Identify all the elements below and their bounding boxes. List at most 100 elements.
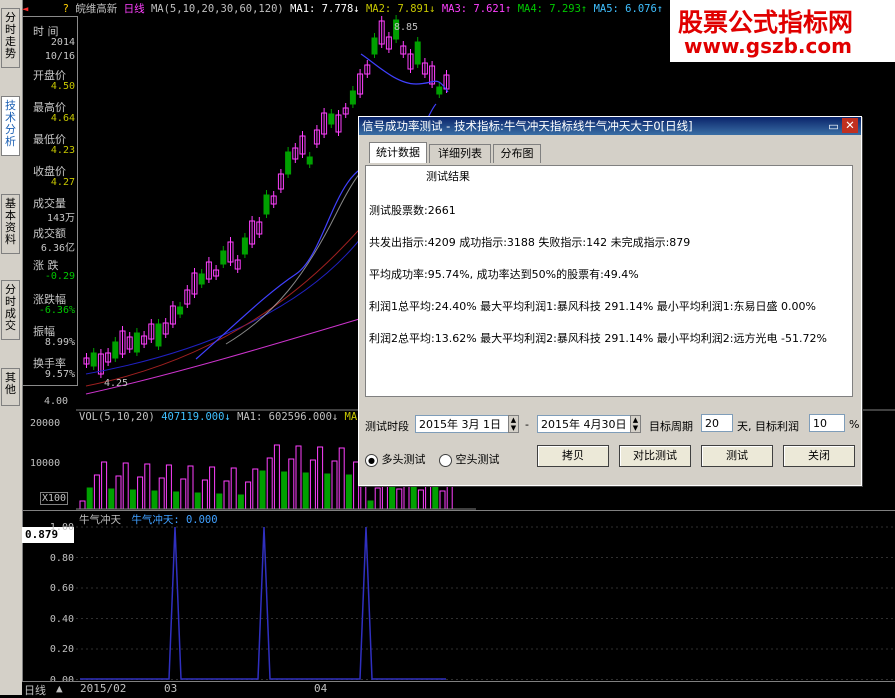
bottom-period[interactable]: 日线 (24, 682, 46, 698)
tab-trades[interactable]: 分时成交 (1, 280, 20, 340)
tab-technical[interactable]: 技术分析 (1, 96, 20, 156)
signal-test-dialog: 信号成功率测试 - 技术指标:牛气冲天指标线牛气冲天大于0[日线] ▭ ✕ 统计… (358, 116, 862, 486)
volume-bar (108, 488, 115, 510)
volume-bar (180, 478, 187, 510)
target-profit-input[interactable]: 10 (809, 414, 845, 432)
date-from-field[interactable]: 2015年 3月 1日 (415, 415, 519, 433)
tab-fundamentals[interactable]: 基本资料 (1, 194, 20, 254)
scroll-left-icon[interactable]: ▲ (56, 682, 63, 695)
volume-bar (317, 446, 324, 510)
volume-bar (165, 464, 172, 510)
volume-bar (187, 465, 194, 510)
percent-sign: % (849, 418, 860, 431)
date-to-spinner[interactable]: ▲ ▼ (630, 415, 641, 433)
date-from-spinner[interactable]: ▲ ▼ (508, 415, 519, 433)
copy-button[interactable]: 拷贝 (537, 445, 609, 467)
volume-bar (79, 500, 86, 510)
info-value: 4.64 (50, 113, 75, 124)
report-heading: 测试结果 (426, 170, 470, 183)
volume-bar (302, 472, 309, 510)
back-arrow-icon[interactable]: ◄ (22, 3, 28, 15)
info-value-secondary: 10/16 (44, 51, 75, 62)
indicator-line (80, 526, 446, 680)
volume-bar (194, 492, 201, 510)
vol-unit: X100 (40, 492, 69, 505)
vol-label: VOL(5,10,20) (79, 411, 155, 423)
volume-bar (115, 475, 122, 510)
stock-info-panel: 时 间 2014 10/16 开盘价 4.50 最高价 4.64 最低价 4.23 收盘价 4.27… (22, 16, 78, 386)
price-axis-4: 4.00 (44, 396, 69, 407)
volume-bar (331, 460, 338, 510)
info-value: -6.36% (38, 305, 75, 316)
target-period-input[interactable]: 20 (701, 414, 733, 432)
volume-bar (86, 487, 93, 510)
info-value: 4.27 (50, 177, 75, 188)
volume-bar (324, 473, 331, 510)
volume-bar (417, 489, 424, 510)
info-value: -0.29 (44, 271, 75, 282)
volume-bar (144, 463, 151, 510)
tab-distribution[interactable]: 分布图 (493, 144, 541, 163)
info-value: 8.99% (44, 337, 75, 348)
volume-bar (309, 459, 316, 510)
volume-bar (259, 470, 266, 510)
radio-long-label: 多头测试 (381, 453, 426, 466)
minimize-icon[interactable]: ▭ (828, 117, 839, 135)
vol-axis-20000: 20000 (30, 418, 61, 429)
info-value: 4.23 (50, 145, 75, 156)
tab-detail-list[interactable]: 详细列表 (429, 144, 491, 163)
test-button[interactable]: 测试 (701, 445, 773, 467)
indicator-axis-tick: 0.80 (49, 552, 74, 564)
volume-bar (252, 468, 259, 510)
volume-bar (367, 500, 374, 510)
period-label: 测试时段 (365, 420, 409, 433)
date-label-apr: 04 (314, 682, 328, 695)
info-value: 143万 (46, 213, 75, 224)
indicator-chart[interactable] (76, 511, 895, 684)
close-button[interactable]: 关闭 (783, 445, 855, 467)
tab-other[interactable]: 其他 (1, 368, 20, 406)
report-success-rate: 平均成功率:95.74%, 成功率达到50%的股票有:49.4% (369, 268, 639, 281)
date-label-feb: 2015/02 (80, 682, 127, 695)
report-signals: 共发出指示:4209 成功指示:3188 失败指示:142 未完成指示:879 (369, 236, 691, 249)
tab-intraday[interactable]: 分时走势 (1, 8, 20, 68)
close-icon[interactable]: ✕ (842, 118, 858, 133)
compare-test-button[interactable]: 对比测试 (619, 445, 691, 467)
target-profit-label: 天, 目标利润 (737, 420, 799, 433)
radio-short[interactable]: 空头测试 (439, 451, 500, 467)
date-to-field[interactable]: 2015年 4月30日 (537, 415, 641, 433)
vol-header: VOL(5,10,20) 407119.000↓ MA1: 602596.000… (79, 411, 364, 423)
volume-bar (439, 490, 446, 510)
low-price-label: 4.25 (104, 378, 128, 389)
radio-long[interactable]: ● 多头测试 (365, 451, 426, 467)
target-period-label: 目标周期 (649, 420, 693, 433)
volume-bar (338, 447, 345, 510)
dialog-title: 信号成功率测试 - 技术指标:牛气冲天指标线牛气冲天大于0[日线] (362, 119, 693, 133)
volume-bar (93, 474, 100, 510)
volume-bar (345, 474, 352, 510)
vol-value: 407119.000↓ (161, 411, 231, 423)
info-value: 9.57% (44, 369, 75, 380)
vol-ma1: MA1: 602596.000↓ (237, 411, 339, 423)
report-profit1: 利润1总平均:24.40% 最大平均利润1:暴风科技 291.14% 最小平均利… (369, 300, 816, 313)
volume-bar (288, 458, 295, 510)
indicator-axis: 1.00 0.80 0.60 0.40 0.20 0.00 (30, 512, 76, 686)
report-stock-count: 测试股票数:2661 (369, 204, 456, 217)
volume-bar (209, 466, 216, 510)
volume-bar (216, 493, 223, 510)
info-value: 6.36亿 (40, 243, 75, 254)
radio-short-circle-icon[interactable] (439, 453, 452, 467)
volume-bar (137, 476, 144, 510)
volume-bar (201, 479, 208, 510)
indicator-axis-tick: 0.40 (49, 613, 74, 625)
lamp-icon[interactable]: ? (63, 3, 69, 15)
dialog-titlebar[interactable]: 信号成功率测试 - 技术指标:牛气冲天指标线牛气冲天大于0[日线] ▭ ✕ (359, 117, 861, 135)
volume-bar (173, 491, 180, 510)
indicator-axis-tick: 0.60 (49, 583, 74, 594)
tab-statistics[interactable]: 统计数据 (369, 142, 427, 163)
radio-long-dot-icon[interactable]: ● (365, 453, 378, 467)
info-value: 4.50 (50, 81, 75, 92)
volume-bar (396, 488, 403, 510)
high-price-label: 8.85 (394, 22, 418, 33)
left-tab-bar: 分时走势 技术分析 基本资料 分时成交 其他 (0, 0, 23, 695)
